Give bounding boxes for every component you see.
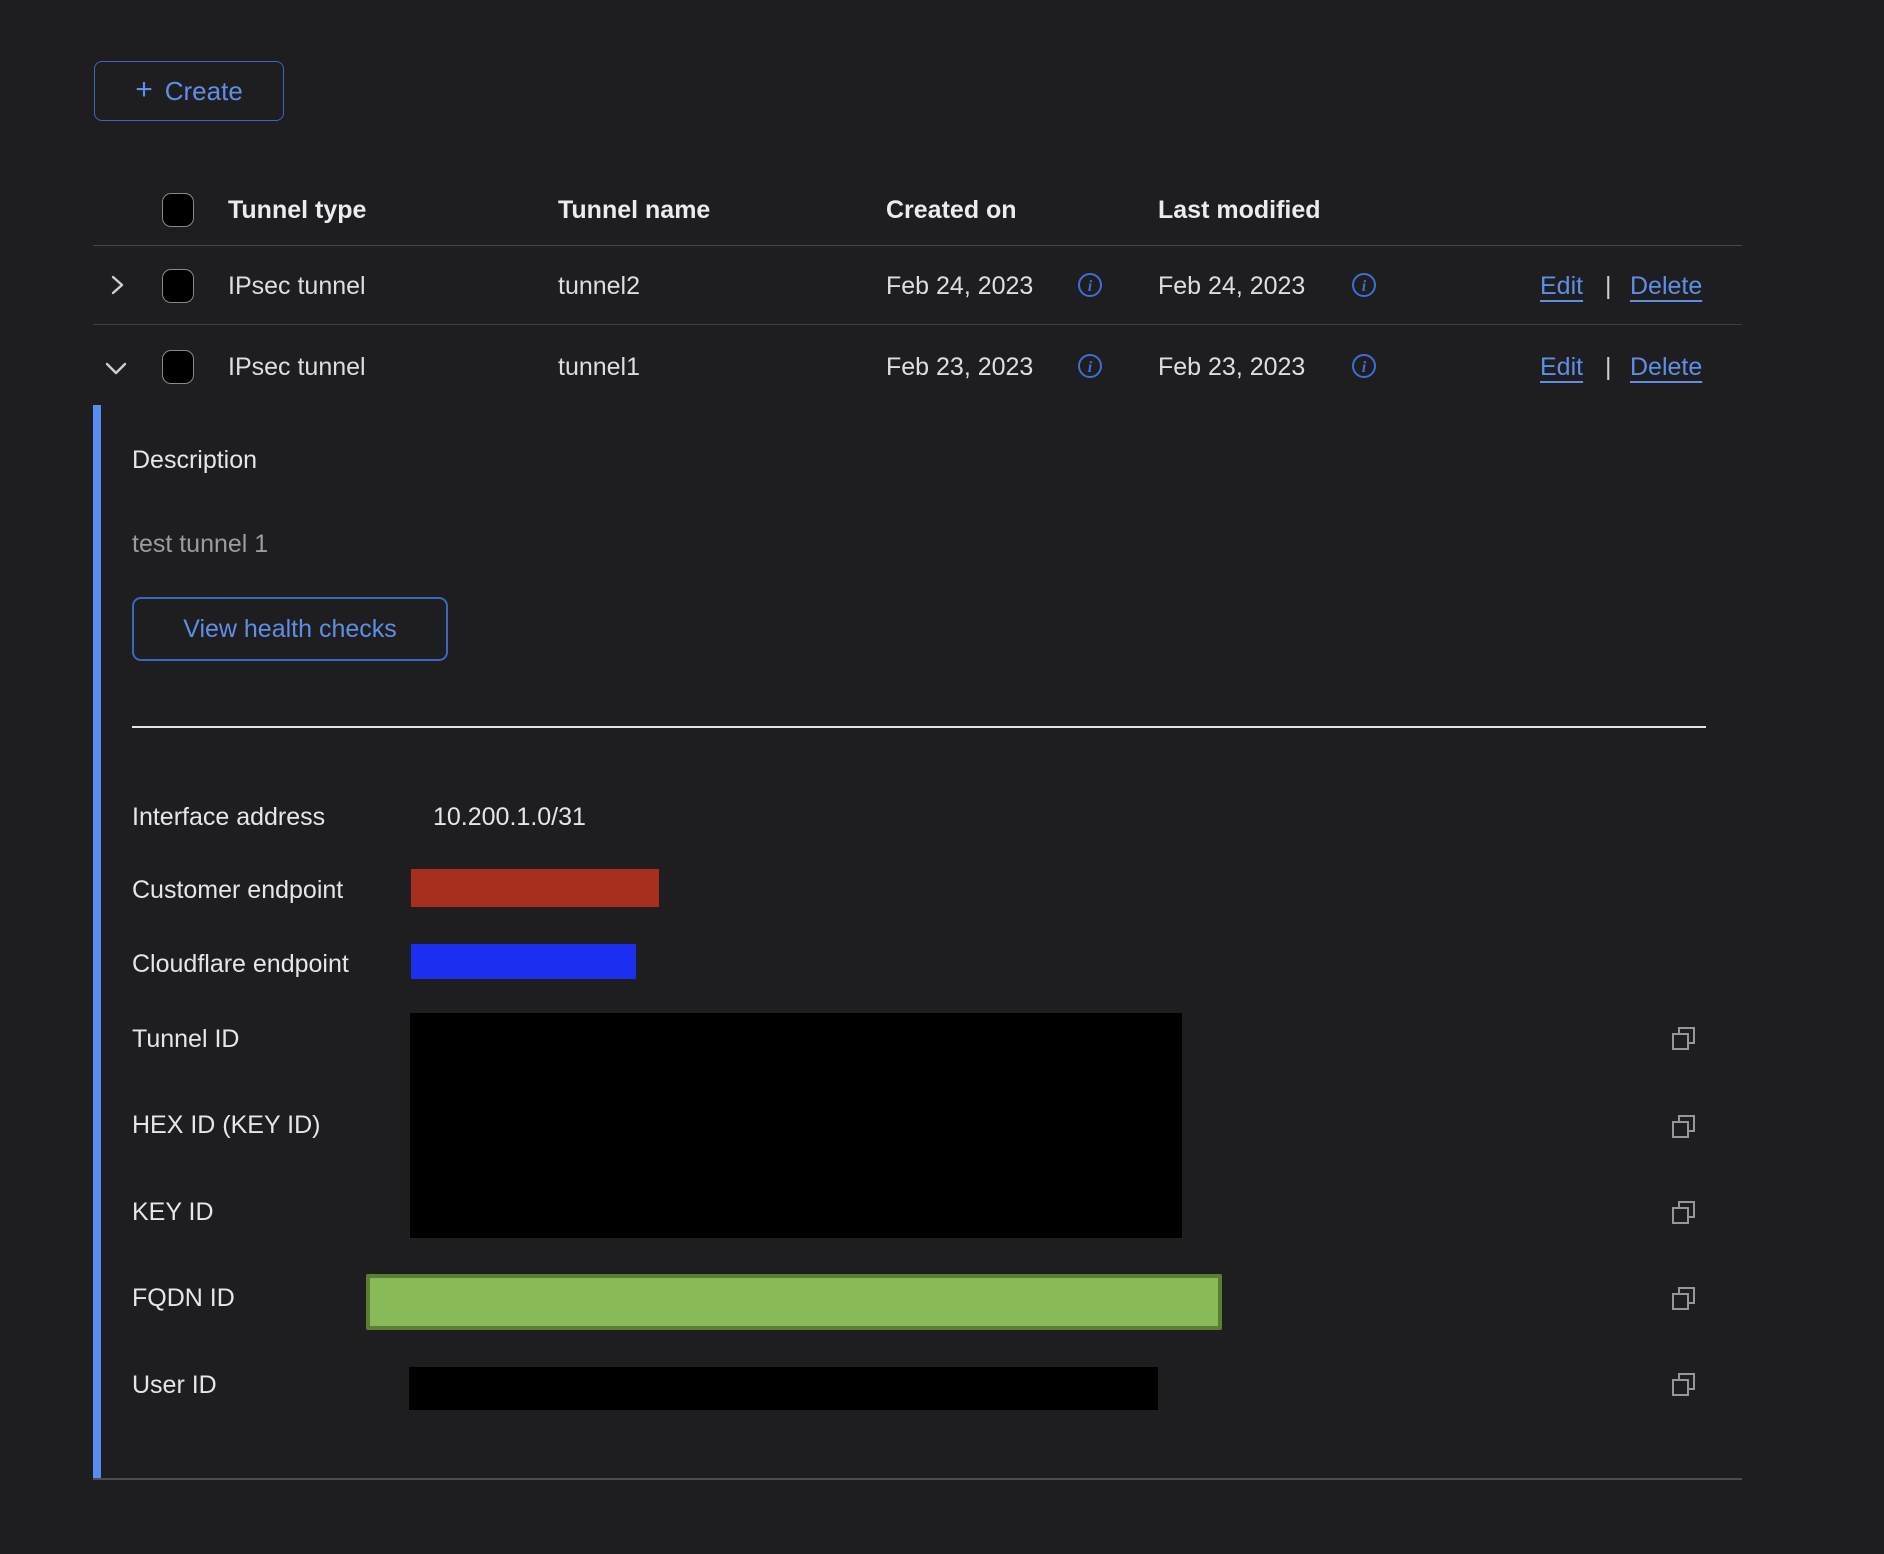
id-group-redacted-values [410,1013,1182,1238]
fqdn-id-label: FQDN ID [132,1284,235,1313]
cloudflare-endpoint-redacted-value [411,944,636,979]
header-divider [93,245,1742,246]
tunnel-name-cell: tunnel2 [558,272,640,301]
chevron-down-icon[interactable] [104,357,126,379]
chevron-right-icon[interactable] [106,274,128,296]
copy-hex-id-icon[interactable] [1668,1111,1700,1143]
tunnel-id-label: Tunnel ID [132,1025,239,1054]
description-label: Description [132,446,257,475]
column-header-last-modified: Last modified [1158,196,1321,225]
customer-endpoint-label: Customer endpoint [132,876,343,905]
created-on-info-icon[interactable]: i [1078,354,1102,378]
column-header-tunnel-type: Tunnel type [228,196,366,225]
customer-endpoint-redacted-value [411,869,659,907]
copy-user-id-icon[interactable] [1668,1369,1700,1401]
copy-tunnel-id-icon[interactable] [1668,1023,1700,1055]
copy-fqdn-id-icon[interactable] [1668,1283,1700,1315]
user-id-label: User ID [132,1371,217,1400]
row-checkbox[interactable] [162,269,194,303]
last-modified-info-icon[interactable]: i [1352,354,1376,378]
create-button-label: Create [165,76,243,107]
tunnel-type-cell: IPsec tunnel [228,353,366,382]
row-divider [93,324,1742,325]
select-all-checkbox[interactable] [162,193,194,227]
copy-key-id-icon[interactable] [1668,1197,1700,1229]
created-on-info-icon[interactable]: i [1078,273,1102,297]
created-on-cell: Feb 23, 2023 [886,353,1033,382]
interface-address-label: Interface address [132,803,325,832]
create-button[interactable]: + Create [94,61,284,121]
fqdn-id-redacted-value [366,1274,1222,1330]
last-modified-cell: Feb 23, 2023 [1158,353,1305,382]
edit-link[interactable]: Edit [1540,272,1583,301]
edit-link[interactable]: Edit [1540,353,1583,382]
tunnel-type-cell: IPsec tunnel [228,272,366,301]
expanded-row-indicator-bar [93,405,101,1478]
tunnel-name-cell: tunnel1 [558,353,640,382]
hex-id-label: HEX ID (KEY ID) [132,1111,320,1140]
action-separator: | [1605,272,1612,301]
delete-link[interactable]: Delete [1630,353,1702,382]
plus-icon: + [135,75,153,105]
column-header-created-on: Created on [886,196,1017,225]
last-modified-info-icon[interactable]: i [1352,273,1376,297]
view-health-checks-button[interactable]: View health checks [132,597,448,661]
description-value: test tunnel 1 [132,530,268,559]
created-on-cell: Feb 24, 2023 [886,272,1033,301]
delete-link[interactable]: Delete [1630,272,1702,301]
action-separator: | [1605,353,1612,382]
key-id-label: KEY ID [132,1198,214,1227]
user-id-redacted-value [409,1367,1158,1410]
row-checkbox[interactable] [162,350,194,384]
interface-address-value: 10.200.1.0/31 [433,803,586,832]
table-bottom-divider [93,1478,1742,1480]
cloudflare-endpoint-label: Cloudflare endpoint [132,950,349,979]
last-modified-cell: Feb 24, 2023 [1158,272,1305,301]
column-header-tunnel-name: Tunnel name [558,196,710,225]
section-divider [132,726,1706,728]
